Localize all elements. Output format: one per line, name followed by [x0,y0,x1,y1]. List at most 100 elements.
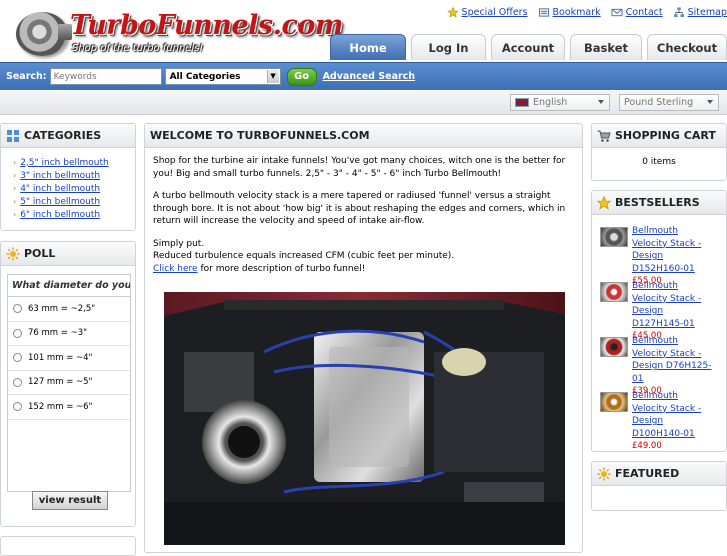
go-button[interactable]: Go [286,67,317,86]
radio-button[interactable] [13,304,22,314]
language-value: English [533,97,568,108]
envelope-icon [611,8,623,16]
sitemap-label: Sitemap [687,6,727,18]
list-item: › 6" inch bellmouth [13,208,135,221]
cart-icon [597,130,611,142]
categories-title: CATEGORIES [24,129,102,142]
radio-button[interactable] [13,377,22,387]
list-item: Bellmouth Velocity Stack - Design D76H12… [600,335,712,398]
language-select[interactable]: English [510,94,610,111]
search-bar: Search: All Categories ▼ Go Advanced Sea… [0,62,727,90]
bullet-icon: › [13,210,17,219]
product-thumbnail[interactable] [600,282,628,302]
currency-select[interactable]: Pound Sterling [619,94,719,111]
category-link[interactable]: 6" inch bellmouth [20,210,100,220]
special-offers-link[interactable]: Special Offers [446,6,528,18]
bullet-icon: › [13,171,17,180]
category-link[interactable]: 2,5" inch bellmouth [20,158,109,168]
poll-option[interactable]: 152 mm = ~6" [8,395,130,420]
uk-flag-icon [515,98,529,107]
contact-label: Contact [625,6,663,18]
cart-items-count: 0 items [642,157,676,167]
logo-text: TurboFunnels.com [70,10,344,41]
search-label: Search: [6,71,47,82]
poll-box: POLL What diameter do you need? 63 mm = … [0,241,136,527]
sun-icon [597,467,611,480]
poll-option-label: 63 mm = ~2,5" [28,303,96,314]
product-link[interactable]: Bellmouth Velocity Stack - Design D76H12… [632,336,712,384]
product-link[interactable]: Bellmouth Velocity Stack - Design D127H1… [632,281,701,329]
product-thumbnail[interactable] [600,392,628,412]
radio-button[interactable] [13,328,22,338]
click-here-rest: for more description of turbo funnel! [197,263,366,274]
product-link[interactable]: Bellmouth Velocity Stack - Design D152H1… [632,226,701,274]
poll-header: POLL [1,242,135,266]
welcome-intro: Shop for the turbine air intake funnels!… [153,156,566,179]
list-item: › 2,5" inch bellmouth [13,156,135,169]
product-thumbnail[interactable] [600,227,628,247]
poll-option-label: 76 mm = ~3" [28,328,88,339]
category-select[interactable]: All Categories ▼ [164,68,281,85]
list-item: › 3" inch bellmouth [13,169,135,182]
bullet-icon: › [13,197,17,206]
featured-title: FEATURED [615,467,680,480]
welcome-more: Click here for more description of turbo… [153,263,574,276]
bestsellers-title: BESTSELLERS [615,196,700,209]
category-link[interactable]: 4" inch bellmouth [20,184,100,194]
chevron-down-icon: ▼ [266,70,279,83]
engine-photo [164,292,565,545]
radio-button[interactable] [13,353,22,363]
click-here-link[interactable]: Click here [153,264,198,274]
category-link[interactable]: 5" inch bellmouth [20,197,100,207]
contact-link[interactable]: Contact [611,7,663,18]
poll-option[interactable]: 127 mm = ~5" [8,371,130,395]
poll-option-label: 101 mm = ~4" [28,352,93,363]
categories-box: CATEGORIES › 2,5" inch bellmouth › 3" inch… [0,123,136,231]
currency-value: Pound Sterling [624,97,694,108]
radio-button[interactable] [13,402,22,412]
advanced-search-link[interactable]: Advanced Search [323,71,415,82]
bookmark-icon [538,7,549,17]
shopping-cart-header: SHOPPING CART [592,124,726,148]
tab-home[interactable]: Home [330,34,406,60]
welcome-title: WELCOME TO TURBOFUNNELS.COM [150,129,370,142]
welcome-cfm: Reduced turbulence equals increased CFM … [153,251,455,261]
bookmark-link[interactable]: Bookmark [538,7,601,18]
tab-account[interactable]: Account [491,34,565,60]
tab-log-in[interactable]: Log In [411,34,486,60]
search-input[interactable] [49,68,162,85]
list-item: Bellmouth Velocity Stack - Design D100H1… [600,390,712,453]
tab-basket[interactable]: Basket [570,34,642,60]
lower-left-box [0,536,136,556]
star-icon [446,6,459,18]
poll-option[interactable]: 63 mm = ~2,5" [8,297,130,322]
poll-form: What diameter do you need? 63 mm = ~2,5"… [7,274,131,492]
welcome-content: Shop for the turbine air intake funnels!… [145,148,582,282]
bestsellers-box: BESTSELLERS Bellmouth Velocity Stack - D… [591,190,727,452]
featured-box: FEATURED [591,461,727,511]
category-select-value: All Categories [169,71,241,82]
product-price: £49.00 [632,441,662,451]
view-result-button[interactable]: view result [32,491,108,510]
poll-question: What diameter do you need? [8,275,130,297]
category-link[interactable]: 3" inch bellmouth [20,171,100,181]
categories-icon [7,129,19,142]
categories-header: CATEGORIES [1,124,135,148]
logo-tagline: Shop of the turbo funnels! [72,43,204,54]
site-logo[interactable]: TurboFunnels.com Shop of the turbo funne… [12,8,344,58]
bullet-icon: › [13,158,17,167]
poll-option-label: 127 mm = ~5" [28,377,93,388]
shopping-cart-box: SHOPPING CART 0 items [591,123,727,181]
sitemap-link[interactable]: Sitemap [673,7,727,18]
poll-option-label: 152 mm = ~6" [28,401,93,412]
product-thumbnail[interactable] [600,337,628,357]
tab-checkout[interactable]: Checkout [647,34,727,60]
poll-option[interactable]: 101 mm = ~4" [8,346,130,371]
bestsellers-header: BESTSELLERS [592,191,726,215]
poll-option[interactable]: 76 mm = ~3" [8,322,130,346]
chevron-down-icon [707,100,713,104]
main-nav-tabs: Home Log In Account Basket Checkout [330,34,727,60]
star-icon [597,195,611,210]
product-link[interactable]: Bellmouth Velocity Stack - Design D100H1… [632,391,701,439]
site-header: TurboFunnels.com Shop of the turbo funne… [0,0,727,62]
